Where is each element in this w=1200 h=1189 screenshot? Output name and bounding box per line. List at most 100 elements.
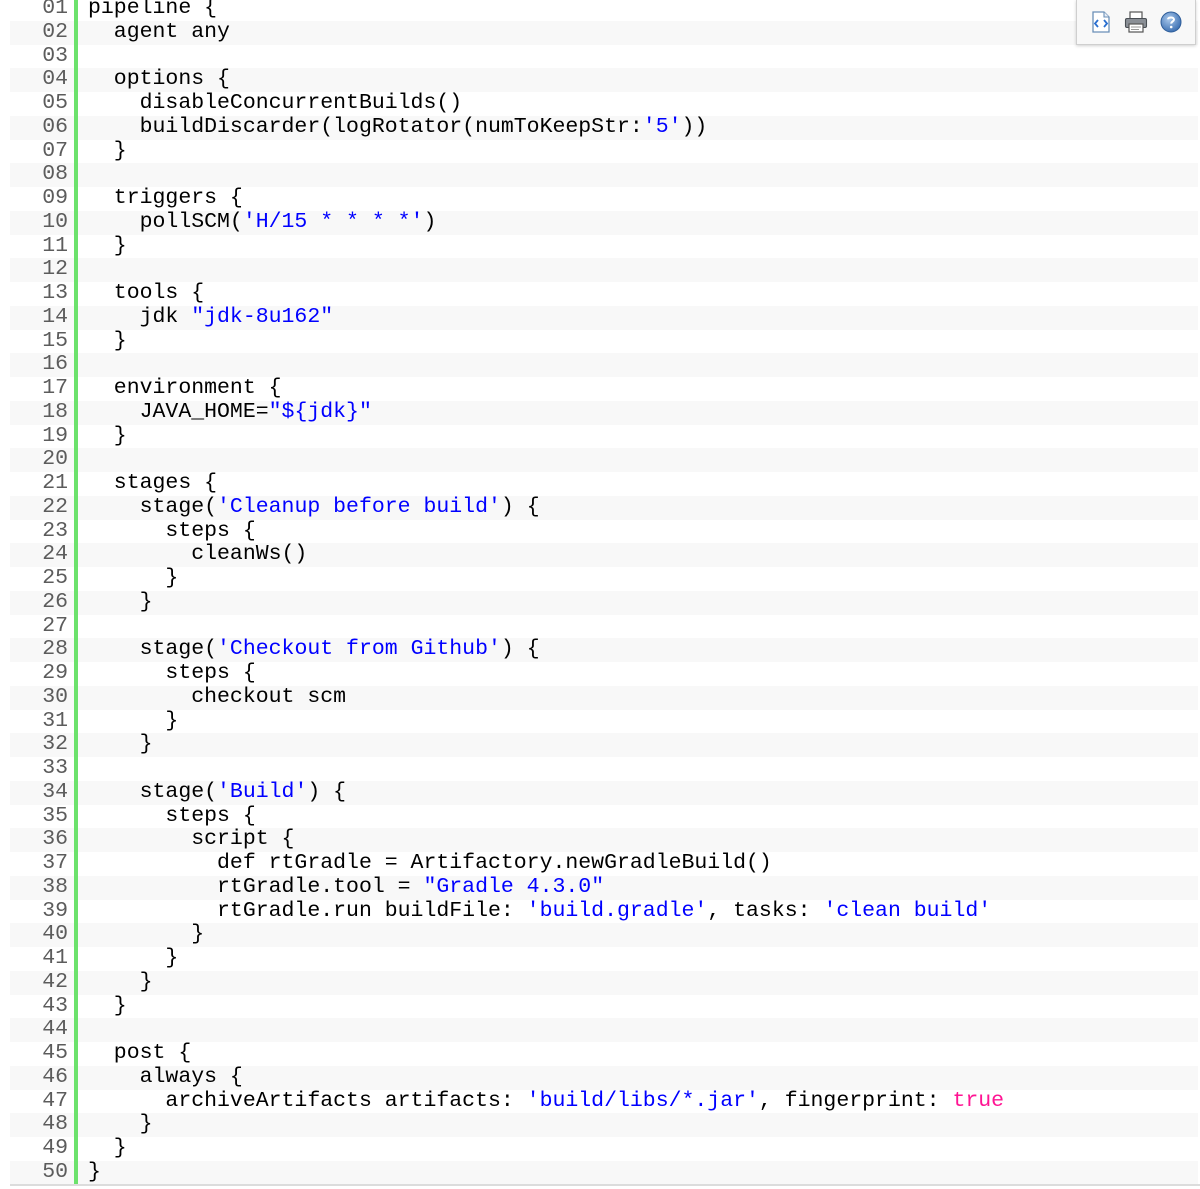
line-number: 34 bbox=[42, 779, 68, 804]
code-token: steps { bbox=[88, 662, 256, 685]
code-token: options { bbox=[88, 68, 230, 92]
code-text: stages { bbox=[78, 472, 1198, 496]
code-line: 26 } bbox=[10, 590, 1198, 615]
code-token: buildDiscarder(logRotator(numToKeepStr: bbox=[88, 115, 643, 139]
code-line: 05 disableConcurrentBuilds() bbox=[10, 91, 1198, 116]
line-number: 32 bbox=[42, 732, 68, 757]
code-line: 31 } bbox=[10, 709, 1198, 734]
line-number: 47 bbox=[42, 1088, 68, 1113]
code-line: 09 triggers { bbox=[10, 186, 1198, 211]
code-line: 04 options { bbox=[10, 67, 1198, 92]
code-token: } bbox=[88, 1160, 101, 1184]
code-token: rtGradle.tool = bbox=[88, 875, 424, 899]
code-token: stage( bbox=[88, 780, 218, 804]
code-line: 27 bbox=[10, 613, 1198, 639]
code-text: checkout scm bbox=[78, 686, 1198, 710]
code-text: disableConcurrentBuilds() bbox=[78, 92, 1198, 116]
code-token: } bbox=[88, 947, 179, 970]
line-number: 24 bbox=[42, 542, 68, 567]
code-line: 18 JAVA_HOME="${jdk}" bbox=[10, 400, 1198, 425]
code-token: ) { bbox=[307, 780, 347, 804]
code-line: 33 bbox=[10, 756, 1198, 781]
line-number: 06 bbox=[42, 114, 68, 139]
code-token: rtGradle.run buildFile: bbox=[88, 899, 527, 923]
help-button[interactable] bbox=[1156, 7, 1186, 37]
code-token: ) { bbox=[500, 495, 540, 519]
code-token: } bbox=[88, 1137, 127, 1160]
code-line: 12 bbox=[10, 257, 1198, 282]
code-line: 49 } bbox=[10, 1136, 1198, 1161]
code-text: environment { bbox=[78, 377, 1198, 401]
code-line: 50} bbox=[10, 1159, 1198, 1185]
code-line: 23 steps { bbox=[10, 518, 1198, 544]
code-text: rtGradle.tool = "Gradle 4.3.0" bbox=[78, 876, 1198, 900]
code-line: 10 pollSCM('H/15 * * * *') bbox=[10, 210, 1198, 235]
code-text: options { bbox=[78, 68, 1198, 92]
line-number: 21 bbox=[42, 471, 68, 495]
code-line: 38 rtGradle.tool = "Gradle 4.3.0" bbox=[10, 875, 1198, 900]
line-number: 13 bbox=[42, 281, 68, 305]
print-button[interactable] bbox=[1121, 7, 1151, 37]
string-token: 'build/libs/*.jar' bbox=[526, 1089, 759, 1113]
code-line: 32 } bbox=[10, 732, 1198, 757]
line-number: 05 bbox=[42, 91, 68, 115]
code-token: ) bbox=[423, 210, 437, 234]
line-number: 29 bbox=[42, 661, 68, 685]
line-number: 37 bbox=[42, 851, 68, 875]
string-token: 'clean build' bbox=[823, 899, 992, 923]
line-number: 25 bbox=[42, 566, 68, 590]
code-token: } bbox=[88, 234, 127, 258]
code-token: steps { bbox=[88, 804, 256, 828]
code-token: } bbox=[88, 139, 127, 163]
code-line: 03 bbox=[10, 44, 1198, 69]
code-text: } bbox=[78, 1161, 1198, 1185]
line-number: 09 bbox=[42, 186, 68, 210]
code-text: jdk "jdk-8u162" bbox=[78, 306, 1198, 330]
code-text: stage('Checkout from Github') { bbox=[78, 638, 1198, 662]
help-icon bbox=[1159, 10, 1183, 34]
code-line: 17 environment { bbox=[10, 376, 1198, 401]
string-token: "${jdk}" bbox=[268, 400, 372, 424]
code-token: jdk bbox=[88, 305, 192, 329]
line-number: 45 bbox=[42, 1041, 68, 1065]
printer-icon bbox=[1123, 10, 1149, 34]
code-text: } bbox=[78, 733, 1198, 757]
code-text: pollSCM('H/15 * * * *') bbox=[78, 211, 1198, 235]
code-text: steps { bbox=[78, 520, 1198, 544]
line-number: 49 bbox=[42, 1136, 68, 1160]
line-number: 23 bbox=[42, 518, 68, 543]
line-number: 27 bbox=[42, 613, 68, 638]
code-text: } bbox=[78, 995, 1198, 1019]
code-line: 44 bbox=[10, 1017, 1198, 1042]
code-line: 11 } bbox=[10, 234, 1198, 259]
line-number: 01 bbox=[42, 0, 68, 20]
code-line: 13 tools { bbox=[10, 281, 1198, 306]
string-token: 'build.gradle' bbox=[526, 899, 708, 923]
line-number: 50 bbox=[42, 1159, 68, 1184]
code-line: 37 def rtGradle = Artifactory.newGradleB… bbox=[10, 851, 1198, 876]
line-number: 46 bbox=[42, 1064, 68, 1089]
code-line: 47 archiveArtifacts artifacts: 'build/li… bbox=[10, 1088, 1198, 1114]
line-number: 02 bbox=[42, 19, 68, 44]
code-text: JAVA_HOME="${jdk}" bbox=[78, 401, 1198, 425]
code-text: rtGradle.run buildFile: 'build.gradle', … bbox=[78, 900, 1198, 924]
code-line: 30 checkout scm bbox=[10, 684, 1198, 710]
code-text: } bbox=[78, 947, 1198, 971]
code-line: 45 post { bbox=[10, 1041, 1198, 1066]
code-text: } bbox=[78, 140, 1198, 164]
code-token: } bbox=[88, 424, 127, 448]
line-number: 30 bbox=[42, 684, 68, 709]
code-token: stage( bbox=[88, 638, 218, 662]
line-number: 16 bbox=[42, 352, 68, 377]
code-line: 46 always { bbox=[10, 1064, 1198, 1090]
code-line: 43 } bbox=[10, 994, 1198, 1019]
code-line: 48 } bbox=[10, 1112, 1198, 1137]
code-text: archiveArtifacts artifacts: 'build/libs/… bbox=[78, 1090, 1198, 1114]
code-text: } bbox=[78, 591, 1198, 615]
view-source-button[interactable] bbox=[1086, 7, 1116, 37]
code-text: stage('Cleanup before build') { bbox=[78, 496, 1198, 520]
code-token: )) bbox=[681, 115, 708, 139]
